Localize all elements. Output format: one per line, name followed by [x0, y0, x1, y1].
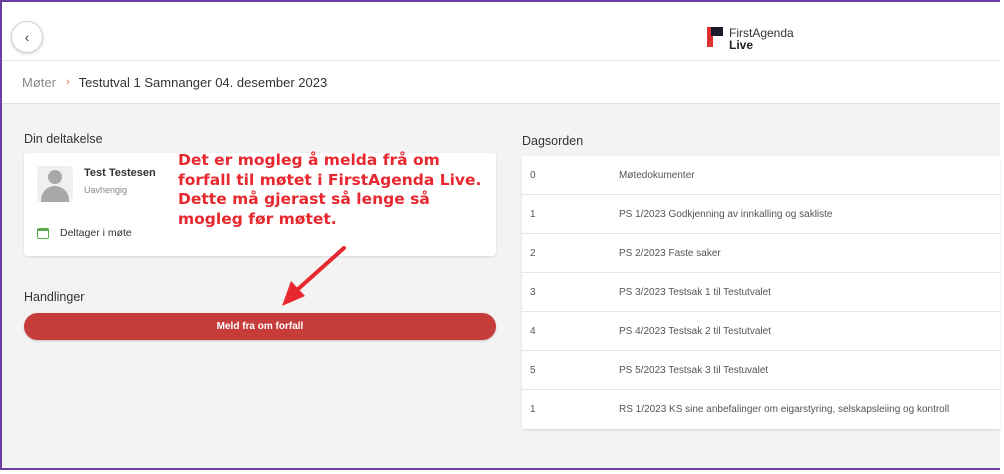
top-bar: ‹ FirstAgenda Live — [2, 2, 1000, 60]
agenda-item-title: PS 3/2023 Testsak 1 til Testutvalet — [619, 287, 771, 298]
chevron-left-icon: ‹ — [24, 29, 30, 45]
logo-sub: Live — [729, 38, 754, 52]
agenda-item[interactable]: 3 PS 3/2023 Testsak 1 til Testutvalet — [522, 273, 1000, 312]
agenda-item-title: RS 1/2023 KS sine anbefalinger om eigars… — [619, 404, 950, 415]
agenda-item[interactable]: 0 Møtedokumenter — [522, 156, 1000, 195]
participant-name: Test Testesen — [84, 167, 156, 179]
agenda-item-number: 1 — [530, 209, 536, 220]
agenda-item-number: 2 — [530, 248, 536, 259]
avatar — [37, 166, 73, 202]
agenda-item-title: PS 2/2023 Faste saker — [619, 248, 721, 259]
callout-line: forfall til møtet i FirstAgenda Live. — [178, 170, 482, 189]
report-absence-button[interactable]: Meld fra om forfall — [24, 313, 496, 340]
breadcrumb-root-link[interactable]: Møter — [22, 75, 56, 90]
agenda-item[interactable]: 4 PS 4/2023 Testsak 2 til Testutvalet — [522, 312, 1000, 351]
agenda-item[interactable]: 1 RS 1/2023 KS sine anbefalinger om eiga… — [522, 390, 1000, 429]
agenda-item-title: PS 4/2023 Testsak 2 til Testutvalet — [619, 326, 771, 337]
agenda-item-number: 3 — [530, 287, 536, 298]
firstagenda-logo: FirstAgenda Live — [707, 27, 794, 51]
agenda-item[interactable]: 1 PS 1/2023 Godkjenning av innkalling og… — [522, 195, 1000, 234]
agenda-item-title: PS 1/2023 Godkjenning av innkalling og s… — [619, 209, 833, 220]
agenda-item[interactable]: 5 PS 5/2023 Testsak 3 til Testuvalet — [522, 351, 1000, 390]
callout-line: Dette må gjerast så lenge så — [178, 190, 430, 208]
breadcrumb-current: Testutval 1 Samnanger 04. desember 2023 — [78, 74, 328, 90]
breadcrumb: Møter › Testutval 1 Samnanger 04. desemb… — [2, 60, 1000, 104]
agenda-item-title: Møtedokumenter — [619, 170, 695, 181]
participant-role: Uavhengig — [84, 185, 128, 195]
agenda-title: Dagsorden — [522, 134, 584, 148]
agenda-item-number: 1 — [530, 404, 536, 415]
participation-status: Deltager i møte — [60, 227, 132, 239]
agenda-item-number: 0 — [530, 170, 536, 181]
annotation-callout: Det er mogleg å melda frå om forfall til… — [178, 151, 518, 229]
calendar-icon — [37, 228, 49, 239]
agenda-item-title: PS 5/2023 Testsak 3 til Testuvalet — [619, 365, 769, 376]
participation-title: Din deltakelse — [24, 132, 103, 146]
agenda-item-number: 4 — [530, 326, 536, 337]
logo-icon — [707, 27, 723, 47]
agenda-list: 0 Møtedokumenter 1 PS 1/2023 Godkjenning… — [522, 156, 1000, 429]
callout-line: Det er mogleg å melda frå om — [178, 151, 440, 169]
back-button[interactable]: ‹ — [11, 21, 43, 53]
callout-line: mogleg før møtet. — [178, 209, 337, 228]
agenda-item[interactable]: 2 PS 2/2023 Faste saker — [522, 234, 1000, 273]
actions-title: Handlinger — [24, 290, 85, 304]
breadcrumb-separator-icon: › — [65, 76, 70, 88]
agenda-item-number: 5 — [530, 365, 536, 376]
